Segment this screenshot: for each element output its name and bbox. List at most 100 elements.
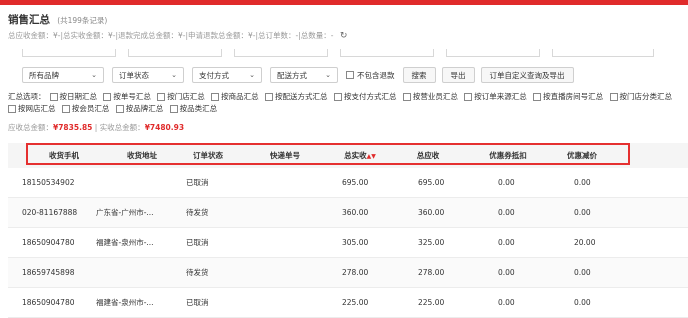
summary-option-checkbox[interactable]: 按门店分类汇总 [609, 92, 672, 101]
search-button[interactable]: 搜索 [402, 67, 436, 83]
table-cell: 278.00 [342, 268, 369, 277]
money-separator: | [92, 123, 100, 132]
cut-input-1[interactable] [22, 49, 116, 57]
table-cell: 0.00 [498, 178, 515, 187]
summary-option-checkbox[interactable]: 按单号汇总 [103, 92, 151, 101]
checkbox-box[interactable] [103, 93, 112, 101]
col-header[interactable]: 订单状态 [172, 143, 244, 168]
summary-option-checkbox[interactable]: 按会员汇总 [61, 104, 109, 113]
summary-option-label: 按品类汇总 [179, 104, 218, 113]
summary-option-checkbox[interactable]: 按日期汇总 [49, 92, 97, 101]
page-title: 销售汇总 [8, 14, 50, 26]
summary-option-checkbox[interactable]: 按网店汇总 [8, 104, 56, 113]
delivery-value: 配送方式 [277, 70, 307, 80]
checkbox-box[interactable] [211, 93, 220, 101]
table-cell: 20.00 [574, 238, 596, 247]
table-cell: 0.00 [498, 208, 515, 217]
cut-input-2[interactable] [128, 49, 222, 57]
payment-select[interactable]: 支付方式 ⌄ [192, 67, 262, 83]
brand-select[interactable]: 所有品牌 ⌄ [22, 67, 104, 83]
table-cell [250, 258, 320, 287]
table-row[interactable]: 18659745898 待发货 278.00 278.00 0.00 0.00 [8, 258, 688, 288]
table-cell [250, 288, 320, 317]
checkbox-box[interactable] [157, 93, 166, 101]
order-status-value: 订单状态 [119, 70, 149, 80]
table-cell: 695.00 [418, 178, 445, 187]
summary-option-checkbox[interactable]: 按门店汇总 [157, 92, 205, 101]
cut-input-5[interactable] [446, 49, 540, 57]
table-cell: 020-81167888 [22, 208, 78, 217]
chevron-down-icon: ⌄ [91, 71, 97, 79]
table-cell: 0.00 [574, 178, 591, 187]
page-heading: 销售汇总 (共199条记录) [8, 12, 107, 27]
cut-input-3[interactable] [234, 49, 328, 57]
checkbox-box[interactable] [346, 71, 354, 79]
exclude-refund-checkbox[interactable]: 不包含退款 [346, 70, 395, 81]
table-cell: 18650904780 [22, 298, 75, 307]
col-header[interactable]: 优惠券抵扣 [468, 143, 548, 168]
checkbox-box[interactable] [265, 93, 274, 101]
table-cell: 0.00 [498, 238, 515, 247]
checkbox-box[interactable] [609, 93, 618, 101]
order-status-select[interactable]: 订单状态 ⌄ [112, 67, 184, 83]
checkbox-box[interactable] [333, 93, 342, 101]
summary-option-label: 按商品汇总 [221, 92, 259, 101]
col-header-sortable[interactable]: 总实收▲▼ [324, 143, 396, 168]
table-cell: 已取消 [186, 178, 209, 187]
custom-export-button[interactable]: 订单自定义查询及导出 [480, 67, 574, 83]
filter-bar: 所有品牌 ⌄ 订单状态 ⌄ 支付方式 ⌄ 配送方式 ⌄ 不包含退款 搜索 导出 … [22, 66, 580, 84]
actual-label: 实收总金额： [99, 123, 145, 132]
checkbox-box[interactable] [49, 93, 58, 101]
summary-option-checkbox[interactable]: 按品类汇总 [169, 104, 218, 113]
table-cell: 待发货 [186, 208, 209, 217]
table-cell: 18659745898 [22, 268, 75, 277]
summary-option-checkbox[interactable]: 按支付方式汇总 [333, 92, 396, 101]
summary-option-label: 按单号汇总 [113, 92, 151, 101]
checkbox-box[interactable] [169, 105, 178, 113]
payment-value: 支付方式 [199, 70, 229, 80]
table-cell [250, 198, 320, 227]
col-header[interactable]: 收货手机 [22, 143, 106, 168]
summary-option-checkbox[interactable]: 按配送方式汇总 [265, 92, 328, 101]
table-cell: 广东省-广州市-... [96, 208, 154, 217]
summary-options: 汇总选项： 按日期汇总 按单号汇总 按门店汇总 按商品汇总 按配送方式汇总 按支付… [8, 91, 688, 115]
checkbox-box[interactable] [402, 93, 411, 101]
cut-input-6[interactable] [552, 49, 654, 57]
checkbox-box[interactable] [115, 105, 124, 113]
table-cell: 0.00 [498, 298, 515, 307]
summary-text: 总应收金额：¥-|总实收金额：¥-|退款完成总金额：¥-|申请退款总金额：¥-|… [8, 31, 334, 40]
checkbox-box[interactable] [8, 105, 16, 113]
delivery-select[interactable]: 配送方式 ⌄ [270, 67, 338, 83]
refresh-icon[interactable]: ↻ [340, 31, 348, 41]
exclude-refund-label: 不包含退款 [357, 70, 395, 80]
table-cell: 225.00 [418, 298, 445, 307]
col-header[interactable]: 总应收 [392, 143, 464, 168]
summary-option-label: 按门店汇总 [167, 92, 205, 101]
summary-option-label: 按品牌汇总 [125, 104, 164, 113]
col-header[interactable]: 优惠减价 [544, 143, 620, 168]
table-cell: 0.00 [574, 298, 591, 307]
checkbox-box[interactable] [533, 93, 542, 101]
export-button[interactable]: 导出 [441, 67, 475, 83]
checkbox-box[interactable] [61, 105, 70, 113]
sales-table: 收货手机 收货地址 订单状态 快递单号 总实收▲▼ 总应收 优惠券抵扣 优惠减价… [8, 143, 688, 318]
table-cell: 福建省-泉州市-... [96, 238, 154, 247]
table-body: 18150534902 已取消 695.00 695.00 0.00 0.00 020-81… [8, 168, 688, 318]
summary-option-checkbox[interactable]: 按直播房间号汇总 [533, 92, 603, 101]
table-cell [96, 258, 168, 287]
col-header[interactable]: 快递单号 [250, 143, 320, 168]
summary-option-checkbox[interactable]: 按商品汇总 [211, 92, 259, 101]
summary-option-checkbox[interactable]: 按订单来源汇总 [464, 92, 527, 101]
checkbox-box[interactable] [464, 93, 473, 101]
table-cell: 325.00 [418, 238, 445, 247]
summary-option-checkbox[interactable]: 按品牌汇总 [115, 104, 164, 113]
cut-input-4[interactable] [340, 49, 434, 57]
table-row[interactable]: 18150534902 已取消 695.00 695.00 0.00 0.00 [8, 168, 688, 198]
table-row[interactable]: 18650904780 福建省-泉州市-... 已取消 305.00 325.00 0.0… [8, 228, 688, 258]
summary-option-checkbox[interactable]: 按营业员汇总 [402, 92, 458, 101]
receivable-value: ¥7835.85 [53, 123, 93, 132]
table-row[interactable]: 020-81167888 广东省-广州市-... 待发货 360.00 360.00 0.… [8, 198, 688, 228]
options-label: 汇总选项： [8, 92, 46, 101]
table-cell [96, 168, 168, 197]
sort-icon[interactable]: ▲▼ [367, 153, 376, 160]
